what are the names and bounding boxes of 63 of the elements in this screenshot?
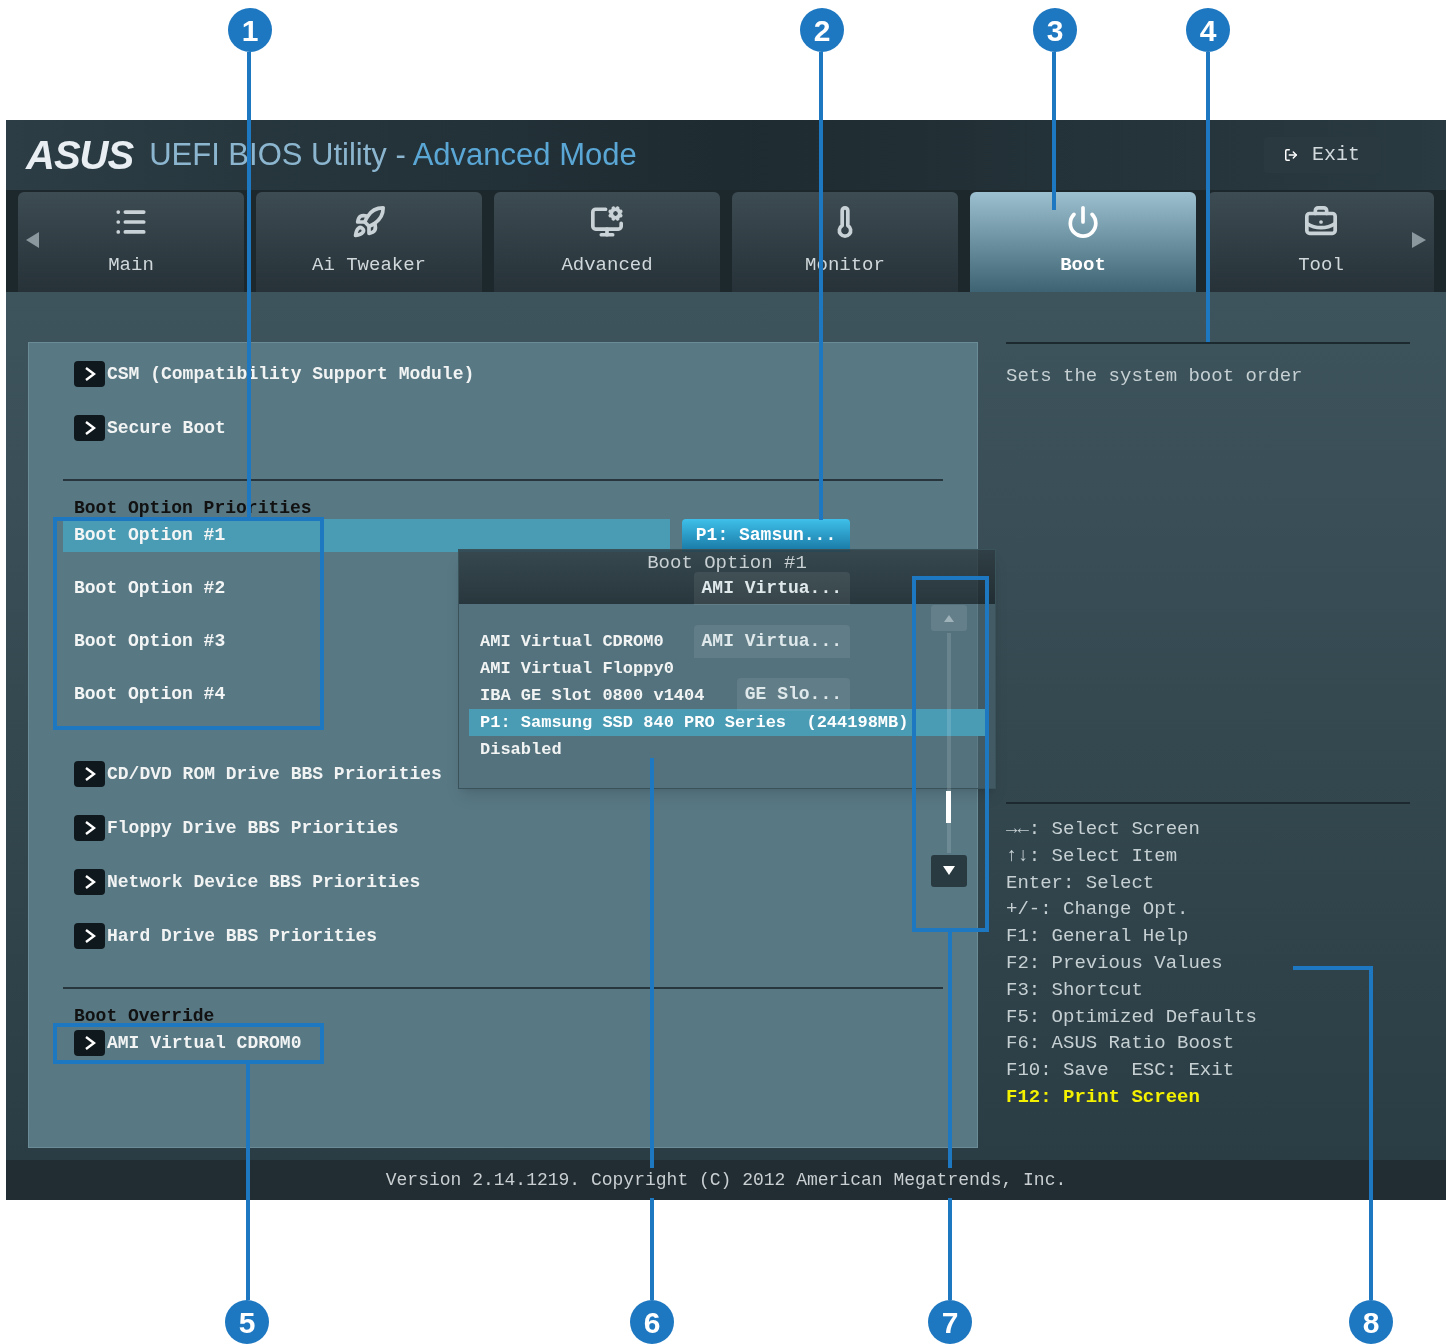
nav-tab[interactable]: Boot (970, 192, 1196, 292)
boot-option-row[interactable]: Boot Option #3 (63, 625, 232, 658)
boot-option-row[interactable]: Boot Option #4 (63, 678, 232, 711)
power-icon (1066, 204, 1100, 239)
version-text: Version 2.14.1219. Copyright (C) 2012 American Megatrends, Inc. (385, 1168, 1067, 1192)
callout-number: 4 (1186, 8, 1230, 52)
popup-title: Boot Option #1 (647, 553, 807, 573)
rocket-icon (352, 204, 386, 239)
popup-option[interactable]: IBA GE Slot 0800 v1404 (469, 682, 707, 709)
section-heading: Boot Override (74, 1005, 215, 1027)
chevron-right-icon (74, 1030, 105, 1056)
key-hint: F3: Shortcut (1006, 977, 1143, 1003)
popup-option[interactable]: AMI Virtual CDROM0 (469, 628, 666, 655)
option-value-button[interactable]: GE Slo... (736, 678, 850, 711)
submenu-item[interactable]: Hard Drive BBS Priorities (74, 922, 378, 950)
chevron-right-icon (74, 761, 105, 787)
scroll-left-icon[interactable] (26, 232, 40, 248)
chevron-right-icon (74, 415, 105, 441)
key-hint: Enter: Select (1006, 870, 1155, 896)
monitor-icon (590, 204, 624, 239)
boot-option-row[interactable]: Boot Option #1 (63, 519, 670, 552)
callout-number: 5 (225, 1300, 269, 1344)
help-description: Sets the system boot order (1006, 365, 1303, 387)
option-value-button[interactable]: P1: Samsun... (682, 519, 850, 552)
key-hint: F1: General Help (1006, 924, 1189, 950)
nav-tab[interactable]: Main (18, 192, 244, 292)
boot-option-row[interactable]: Boot Option #2 (63, 572, 232, 605)
key-hint: F2: Previous Values (1006, 951, 1223, 976)
submenu-item[interactable]: CSM (Compatibility Support Module) (74, 360, 475, 388)
key-hint: +/-: Change Opt. (1006, 897, 1189, 923)
option-value-button[interactable]: AMI Virtua... (693, 625, 850, 658)
chevron-right-icon (74, 815, 105, 841)
submenu-item[interactable]: Floppy Drive BBS Priorities (74, 814, 399, 842)
submenu-item[interactable]: AMI Virtual CDROM0 (74, 1029, 302, 1057)
nav-tab[interactable]: Advanced (494, 192, 720, 292)
submenu-item[interactable]: Secure Boot (74, 414, 226, 442)
key-hint: →←: Select Screen (1006, 817, 1200, 842)
callout-number: 7 (928, 1300, 972, 1344)
popup-option[interactable]: Disabled (469, 736, 564, 763)
callout-number: 2 (800, 8, 844, 52)
popup-option[interactable]: AMI Virtual Floppy0 (469, 655, 676, 682)
chevron-right-icon (74, 361, 105, 387)
key-hint: F5: Optimized Defaults (1006, 1004, 1257, 1030)
key-hint: ↑↓: Select Item (1006, 843, 1178, 869)
submenu-item[interactable]: CD/DVD ROM Drive BBS Priorities (74, 760, 442, 788)
key-hint: F12: Print Screen (1006, 1084, 1200, 1110)
chevron-right-icon (74, 923, 105, 949)
key-hint: F10: Save ESC: Exit (1006, 1058, 1235, 1084)
callout-number: 8 (1349, 1300, 1393, 1344)
key-hint: F6: ASUS Ratio Boost (1006, 1031, 1235, 1057)
callout-number: 6 (630, 1300, 674, 1344)
brand-logo: ASUS (26, 132, 134, 179)
scrollbar-drawing[interactable] (930, 605, 968, 889)
nav-tab[interactable]: Ai Tweaker (256, 192, 482, 292)
popup-option[interactable]: P1: Samsung SSD 840 PRO Series (244198MB) (469, 709, 985, 736)
section-heading: Boot Option Priorities (74, 497, 312, 519)
nav-tab[interactable]: Tool (1208, 192, 1434, 292)
callout-number: 3 (1033, 8, 1077, 52)
submenu-item[interactable]: Network Device BBS Priorities (74, 868, 421, 896)
scroll-right-icon[interactable] (1412, 232, 1426, 248)
option-value-button[interactable]: AMI Virtua... (693, 572, 850, 605)
chevron-right-icon (74, 869, 105, 895)
callout-number: 1 (228, 8, 272, 52)
